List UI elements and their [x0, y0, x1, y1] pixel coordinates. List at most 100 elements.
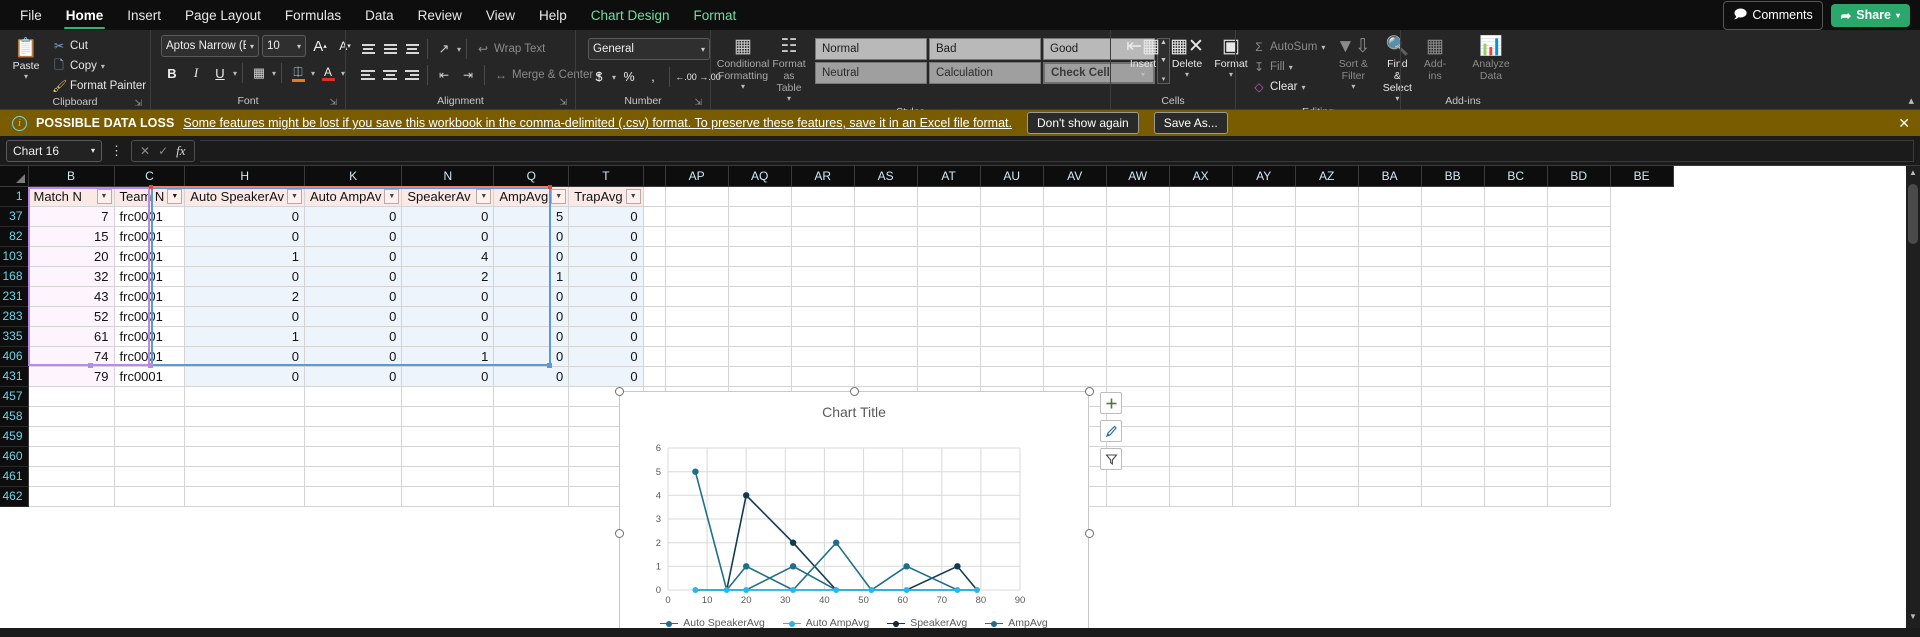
empty-cell[interactable] — [1358, 346, 1422, 367]
empty-cell[interactable] — [980, 286, 1044, 307]
chart-title[interactable]: Chart Title — [620, 392, 1088, 420]
delete-cells-button[interactable]: ▦✕ Delete ▾ — [1167, 35, 1207, 81]
empty-cell[interactable] — [1043, 206, 1107, 227]
empty-cell[interactable] — [401, 446, 495, 467]
empty-cell[interactable] — [1484, 426, 1548, 447]
comma-format-button[interactable]: , — [642, 67, 664, 87]
empty-cell[interactable] — [728, 286, 792, 307]
empty-cell[interactable] — [1358, 486, 1422, 507]
dont-show-again-button[interactable]: Don't show again — [1027, 112, 1139, 134]
cell-speaker-avg[interactable]: 0 — [401, 206, 495, 227]
empty-cell[interactable] — [1547, 366, 1611, 387]
row-header[interactable]: 283 — [0, 306, 29, 327]
cell-trap-avg[interactable]: 0 — [568, 266, 644, 287]
cell-speaker-avg[interactable]: 4 — [401, 246, 495, 267]
col-header-BC[interactable]: BC — [1484, 166, 1548, 187]
cell-auto-speaker-avg[interactable]: 0 — [184, 206, 306, 227]
copy-button[interactable]: 🗋 Copy ▾ — [48, 57, 150, 75]
empty-cell[interactable] — [114, 426, 186, 447]
dialog-launcher-icon[interactable]: ⇲ — [694, 95, 702, 110]
row-header[interactable]: 459 — [0, 426, 29, 447]
empty-cell[interactable] — [1484, 286, 1548, 307]
cell-team-number[interactable]: frc0001 — [114, 206, 186, 227]
table-header-match-number[interactable]: Match N ▼ — [28, 186, 115, 207]
cell-speaker-avg[interactable]: 0 — [401, 226, 495, 247]
align-bottom-button[interactable] — [402, 40, 422, 58]
cell-match-number[interactable]: 52 — [28, 306, 115, 327]
empty-cell[interactable] — [184, 386, 306, 407]
empty-cell[interactable] — [728, 366, 792, 387]
empty-cell[interactable] — [1484, 366, 1548, 387]
col-header-AV[interactable]: AV — [1043, 166, 1107, 187]
empty-cell[interactable] — [917, 206, 981, 227]
empty-cell[interactable] — [401, 386, 495, 407]
tab-format[interactable]: Format — [682, 0, 749, 30]
empty-cell[interactable] — [28, 446, 115, 467]
empty-cell[interactable] — [1547, 346, 1611, 367]
cell-speaker-avg[interactable]: 2 — [401, 266, 495, 287]
empty-cell[interactable] — [854, 266, 918, 287]
tab-formulas[interactable]: Formulas — [273, 0, 353, 30]
empty-cell[interactable] — [493, 486, 570, 507]
row-header[interactable]: 457 — [0, 386, 29, 407]
empty-cell[interactable] — [304, 446, 403, 467]
cell-team-number[interactable]: frc0001 — [114, 286, 186, 307]
cell-amp-avg[interactable]: 0 — [493, 306, 570, 327]
tab-file[interactable]: File — [8, 0, 54, 30]
filter-active-icon[interactable]: ▼ — [167, 188, 183, 204]
row-header[interactable]: 37 — [0, 206, 29, 227]
empty-cell[interactable] — [1484, 326, 1548, 347]
table-header-team-number[interactable]: Team N ▼ — [114, 186, 186, 207]
cancel-icon[interactable]: ✕ — [140, 144, 150, 158]
row-header[interactable]: 335 — [0, 326, 29, 347]
empty-cell[interactable] — [1169, 226, 1233, 247]
scroll-up-icon[interactable]: ▲ — [1906, 168, 1920, 182]
dialog-launcher-icon[interactable]: ⇲ — [329, 95, 337, 110]
cell-match-number[interactable]: 20 — [28, 246, 115, 267]
empty-cell[interactable] — [1106, 286, 1170, 307]
more-options-icon[interactable]: ⋮ — [107, 143, 126, 159]
empty-cell[interactable] — [1547, 206, 1611, 227]
cell-speaker-avg[interactable]: 0 — [401, 286, 495, 307]
empty-cell[interactable] — [791, 286, 855, 307]
empty-cell[interactable] — [1106, 366, 1170, 387]
row-header[interactable]: 431 — [0, 366, 29, 387]
empty-cell[interactable] — [665, 246, 729, 267]
empty-cell[interactable] — [1547, 446, 1611, 467]
empty-cell[interactable] — [114, 386, 186, 407]
empty-cell[interactable] — [1106, 266, 1170, 287]
cell-auto-speaker-avg[interactable]: 0 — [184, 366, 306, 387]
fill-button[interactable]: ↧ Fill ▾ — [1248, 58, 1329, 76]
empty-cell[interactable] — [1484, 446, 1548, 467]
empty-cell[interactable] — [1295, 426, 1359, 447]
empty-cell[interactable] — [1232, 486, 1296, 507]
empty-cell[interactable] — [1484, 246, 1548, 267]
empty-cell[interactable] — [1358, 286, 1422, 307]
empty-cell[interactable] — [1106, 226, 1170, 247]
empty-cell[interactable] — [854, 326, 918, 347]
empty-cell[interactable] — [493, 386, 570, 407]
empty-cell[interactable] — [1043, 306, 1107, 327]
cell-trap-avg[interactable]: 0 — [568, 346, 644, 367]
empty-cell[interactable] — [1421, 446, 1485, 467]
cell-team-number[interactable]: frc0001 — [114, 326, 186, 347]
empty-cell[interactable] — [1295, 466, 1359, 487]
empty-cell[interactable] — [1295, 206, 1359, 227]
empty-cell[interactable] — [1232, 406, 1296, 427]
col-header-AT[interactable]: AT — [917, 166, 981, 187]
borders-button[interactable]: ▦ — [248, 63, 270, 83]
empty-cell[interactable] — [1169, 306, 1233, 327]
empty-cell[interactable] — [1547, 326, 1611, 347]
empty-cell[interactable] — [1358, 466, 1422, 487]
empty-cell[interactable] — [1295, 306, 1359, 327]
empty-cell[interactable] — [1106, 186, 1170, 207]
empty-cell[interactable] — [1484, 406, 1548, 427]
cell-amp-avg[interactable]: 0 — [493, 226, 570, 247]
empty-cell[interactable] — [1106, 306, 1170, 327]
empty-cell[interactable] — [1169, 466, 1233, 487]
col-header-N[interactable]: N — [401, 166, 495, 187]
empty-cell[interactable] — [1043, 346, 1107, 367]
chart-filters-button[interactable] — [1100, 448, 1122, 470]
empty-cell[interactable] — [1358, 446, 1422, 467]
tab-help[interactable]: Help — [527, 0, 579, 30]
